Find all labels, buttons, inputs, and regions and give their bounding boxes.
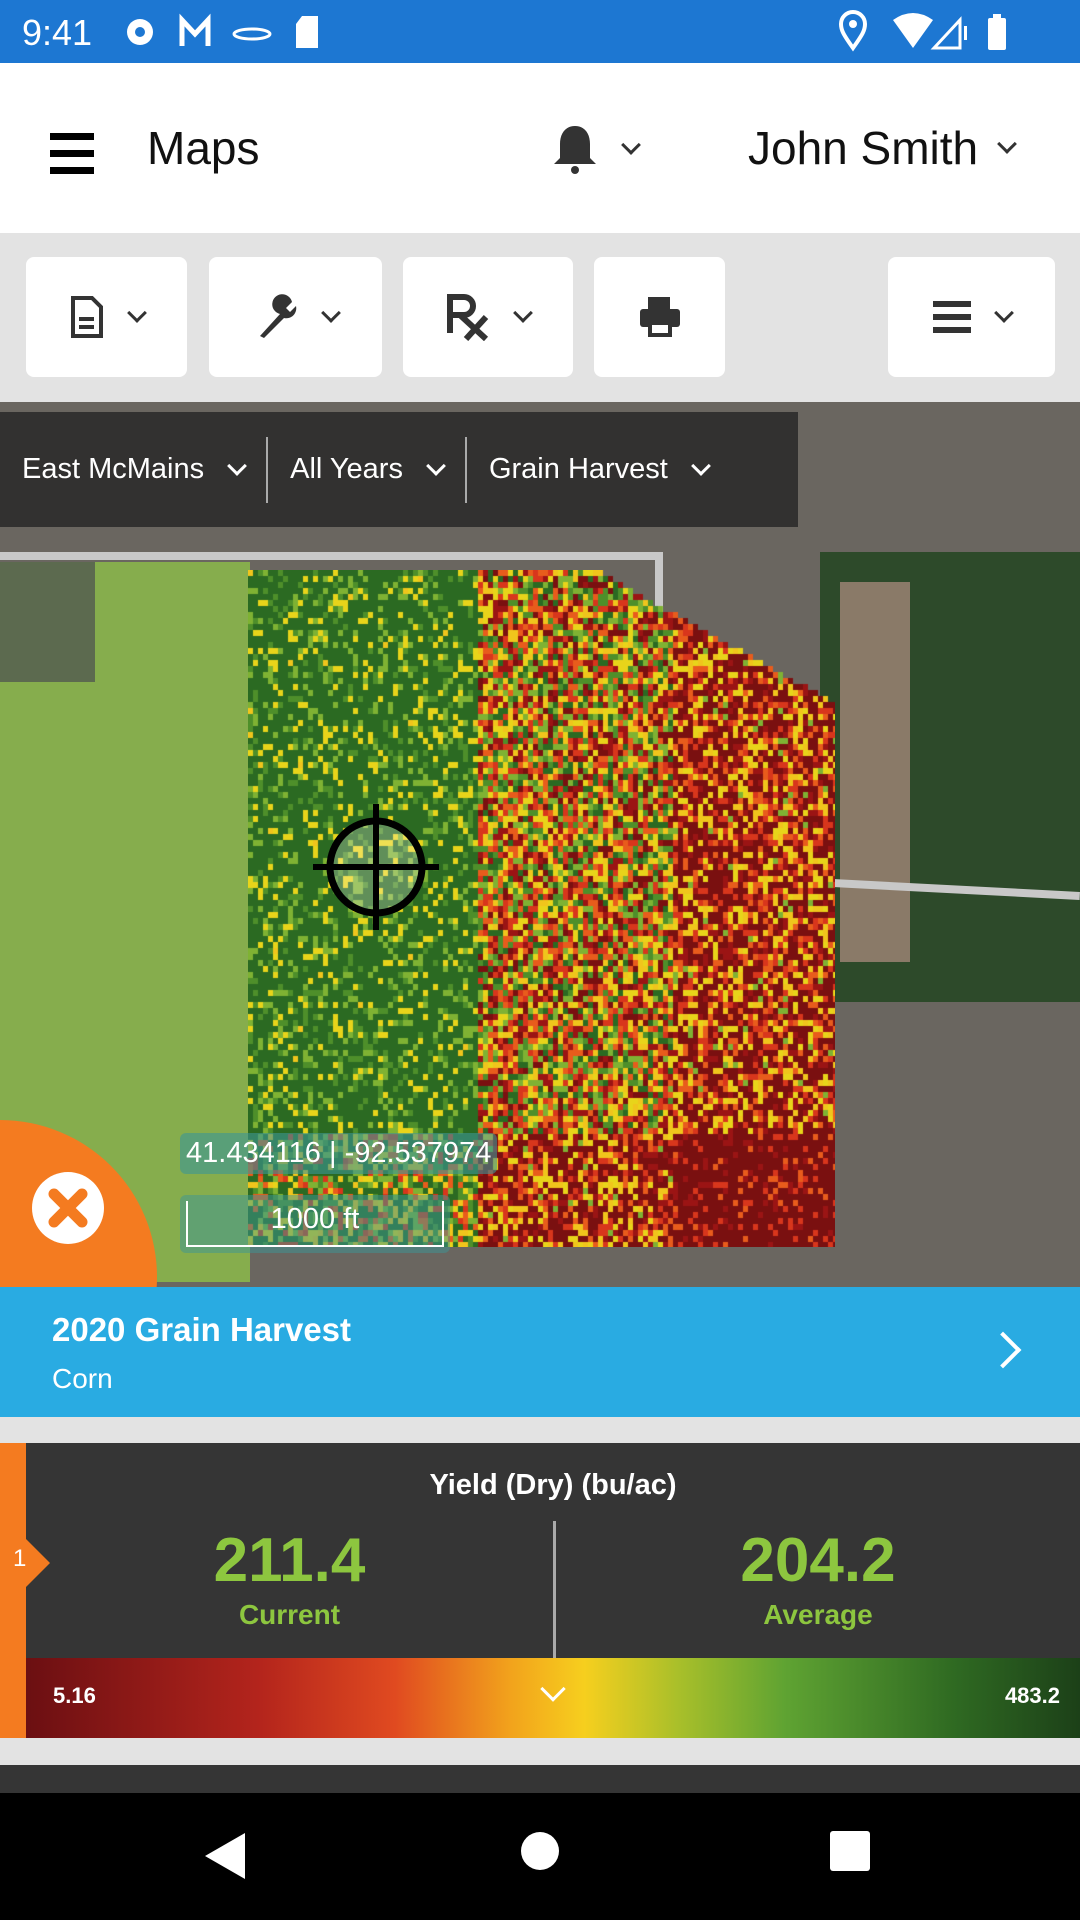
crosshair-icon[interactable] (313, 804, 439, 930)
road (0, 552, 660, 560)
wifi-icon (893, 13, 933, 48)
legend-tab[interactable] (0, 1443, 26, 1738)
gmail-icon (179, 13, 211, 46)
average-value: 204.2 (740, 1526, 896, 1595)
rx-icon (447, 294, 489, 341)
chevron-down-icon (126, 303, 147, 323)
status-bar: 9:41 (0, 0, 1080, 63)
yield-color-scale: 5.16 483.2 (26, 1658, 1080, 1738)
average-label: Average (763, 1599, 873, 1630)
notification-icons (127, 13, 318, 48)
chevron-down-icon (997, 134, 1018, 154)
close-icon[interactable] (32, 1172, 104, 1244)
current-label: Current (238, 1599, 341, 1630)
reports-button[interactable] (26, 257, 187, 377)
signal-icon (930, 16, 967, 50)
next-panel (0, 1765, 1080, 1793)
battery-icon (988, 14, 1006, 50)
wrench-icon (259, 294, 296, 338)
page-title: Maps (147, 122, 260, 174)
notifications-button[interactable] (552, 123, 641, 175)
print-icon (639, 297, 680, 337)
hamburger-menu-button[interactable] (50, 133, 94, 174)
layer-type-label: Grain Harvest (488, 453, 668, 485)
navigation-bar (0, 1793, 1080, 1920)
chevron-down-icon (993, 303, 1014, 323)
gear-icon (127, 19, 153, 45)
chevron-down-icon (621, 135, 641, 155)
coordinates-readout: 41.434116 | -92.537974 (180, 1133, 498, 1174)
back-icon[interactable] (205, 1833, 245, 1879)
user-menu[interactable]: John Smith (748, 121, 1018, 175)
bare-field (840, 582, 910, 962)
toolbar (0, 233, 1080, 402)
chevron-down-icon (320, 303, 341, 323)
layer-type-dropdown[interactable]: Grain Harvest (467, 437, 730, 503)
scale-min: 5.16 (53, 1683, 96, 1708)
document-icon (70, 296, 103, 338)
user-name: John Smith (748, 122, 979, 174)
prescription-button[interactable] (403, 257, 573, 377)
home-icon[interactable] (520, 1831, 560, 1871)
clock: 9:41 (22, 12, 93, 53)
bell-icon (554, 126, 596, 174)
year-label: All Years (290, 453, 403, 485)
scale-bar: 1000 ft (180, 1195, 450, 1253)
print-button[interactable] (594, 257, 725, 377)
current-value-marker-icon (540, 1676, 566, 1702)
layers-menu-button[interactable] (888, 257, 1055, 377)
tools-button[interactable] (209, 257, 382, 377)
layer-info-banner[interactable]: 2020 Grain Harvest Corn (0, 1287, 1080, 1417)
chevron-right-icon (984, 1331, 1022, 1369)
layer-title: 2020 Grain Harvest (52, 1311, 352, 1348)
chevron-down-icon (426, 455, 446, 476)
legend-index: 1 (13, 1545, 27, 1572)
chevron-down-icon (690, 455, 711, 476)
list-icon (932, 301, 971, 333)
legend-title: Yield (Dry) (bu/ac) (429, 1469, 677, 1501)
scale-label: 1000 ft (270, 1203, 360, 1235)
yield-legend-panel: 1 Yield (Dry) (bu/ac) 211.4 Current 204.… (0, 1443, 1080, 1738)
farmstead (0, 562, 95, 682)
farm-field-dropdown[interactable]: East McMains (0, 436, 269, 503)
app-icon (232, 27, 272, 41)
chevron-down-icon (227, 455, 248, 476)
system-icons (838, 10, 1006, 52)
scale-max: 483.2 (1004, 1683, 1060, 1708)
chevron-down-icon (513, 303, 533, 323)
recents-icon[interactable] (830, 1831, 870, 1871)
year-dropdown[interactable]: All Years (268, 436, 467, 503)
layer-subtitle: Corn (52, 1363, 113, 1394)
filter-bar: East McMains All Years Grain Harvest (0, 412, 798, 527)
sd-card-icon (296, 16, 318, 48)
app-header: Maps John Smith (0, 63, 1080, 233)
current-value: 211.4 (213, 1526, 366, 1595)
map-view[interactable]: East McMains All Years Grain Harvest 41.… (0, 402, 1080, 1287)
farm-field-label: East McMains (22, 453, 205, 485)
location-icon (838, 10, 868, 52)
